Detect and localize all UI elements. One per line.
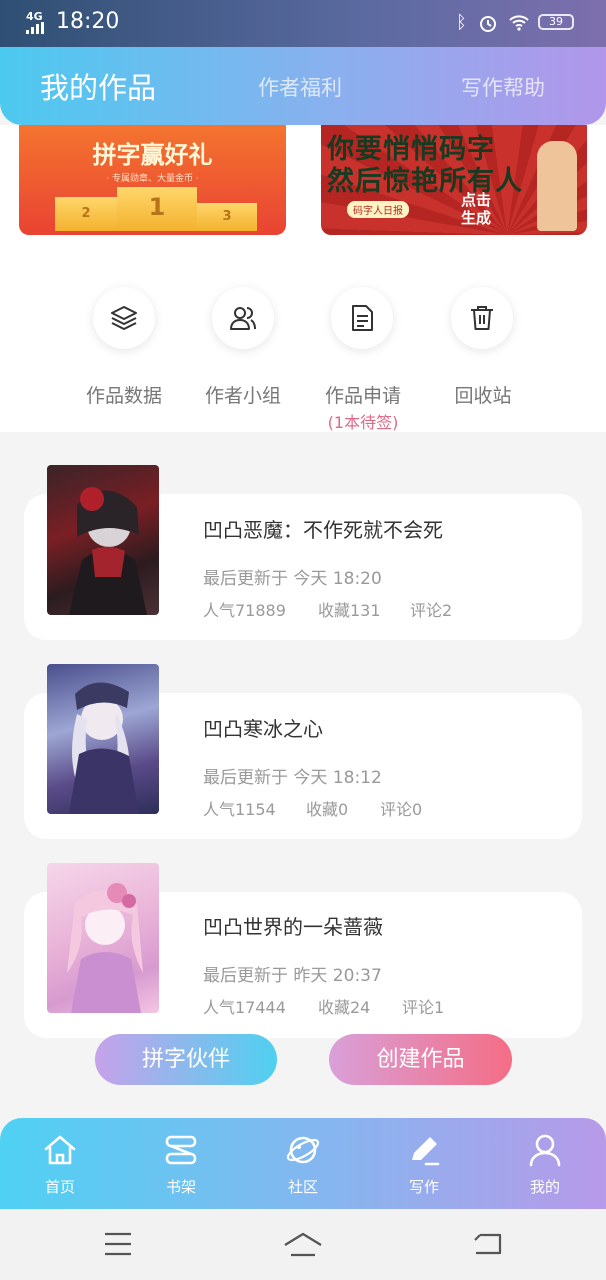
work-data-label: 作品数据 — [85, 385, 162, 407]
bottom-nav: 首页 书架 社区 写作 我的 — [0, 1118, 606, 1209]
quick-actions: 作品数据 作者小组 作品申请 (1本待签) 回收站 — [0, 237, 606, 432]
work-cover[interactable] — [47, 664, 159, 814]
podium-second: 2 — [55, 197, 117, 231]
nav-label: 书架 — [165, 1178, 196, 1196]
home-button-icon[interactable] — [283, 1231, 323, 1259]
pen-icon — [412, 1137, 440, 1166]
battery-icon: 39 — [538, 14, 574, 30]
banner-subtitle: · 专属勋章、大量金币 · — [106, 174, 199, 184]
nav-label: 首页 — [44, 1178, 75, 1196]
create-work-button[interactable]: 创建作品 — [329, 1034, 512, 1085]
author-group-button[interactable] — [212, 287, 274, 349]
trash-icon — [471, 306, 493, 330]
nav-item-me[interactable]: 我的 — [500, 1118, 590, 1209]
fist-illustration — [537, 141, 577, 231]
work-updated: 最后更新于 今天 18:20 — [203, 569, 382, 589]
work-title: 凹凸寒冰之心 — [203, 717, 323, 741]
home-icon — [44, 1135, 76, 1165]
system-nav-bar — [0, 1209, 606, 1280]
word-partner-button[interactable]: 拼字伙伴 — [95, 1034, 277, 1085]
pending-sign-badge: (1本待签) — [327, 413, 399, 432]
tab-writing-help[interactable]: 写作帮助 — [461, 47, 545, 125]
work-title: 凹凸世界的一朵蔷薇 — [203, 915, 383, 939]
alarm-icon — [480, 16, 496, 32]
signal-icon — [26, 22, 44, 34]
work-comments: 评论1 — [402, 998, 445, 1017]
nav-item-community[interactable]: 社区 — [258, 1118, 348, 1209]
work-favorites: 收藏131 — [318, 601, 381, 620]
planet-icon — [286, 1136, 320, 1164]
banner-daily-report[interactable]: 你要悄悄码字 然后惊艳所有人 码字人日报 点击生成 — [321, 125, 587, 235]
banner-cta: 点击生成 — [461, 191, 492, 227]
nav-label: 写作 — [408, 1178, 439, 1196]
recycle-bin-label: 回收站 — [454, 385, 512, 407]
recycle-bin-button[interactable] — [451, 287, 513, 349]
work-popularity: 人气71889 — [203, 601, 286, 620]
nav-label: 社区 — [287, 1178, 318, 1196]
work-cover[interactable] — [47, 863, 159, 1013]
status-bar: 4G 18:20 ᛒ 39 — [0, 0, 606, 47]
work-favorites: 收藏24 — [318, 998, 371, 1017]
banner-word-contest[interactable]: 拼字赢好礼 · 专属勋章、大量金币 · 2 1 3 — [19, 125, 286, 235]
work-popularity: 人气17444 — [203, 998, 286, 1017]
bookshelf-icon — [165, 1135, 197, 1165]
cover-illustration — [69, 682, 139, 814]
podium-first: 1 — [117, 187, 197, 231]
author-group-label: 作者小组 — [204, 385, 281, 407]
work-application-label: 作品申请 — [324, 385, 401, 407]
work-updated: 最后更新于 昨天 20:37 — [203, 966, 382, 986]
menu-icon[interactable] — [103, 1231, 133, 1257]
work-data-button[interactable] — [93, 287, 155, 349]
tab-author-welfare[interactable]: 作者福利 — [258, 47, 342, 125]
layers-icon — [111, 306, 137, 330]
work-cover[interactable] — [47, 465, 159, 615]
top-tab-bar: 我的作品 作者福利 写作帮助 — [0, 47, 606, 125]
user-icon — [529, 1134, 561, 1167]
nav-item-bookshelf[interactable]: 书架 — [136, 1118, 226, 1209]
tab-my-works[interactable]: 我的作品 — [40, 47, 156, 125]
cover-illustration — [69, 487, 147, 615]
work-favorites: 收藏0 — [306, 800, 349, 819]
banner-title: 拼字赢好礼 — [92, 141, 213, 169]
work-application-button[interactable] — [331, 287, 393, 349]
work-comments: 评论0 — [380, 800, 423, 819]
document-icon — [352, 305, 373, 331]
group-icon — [230, 307, 256, 330]
nav-item-home[interactable]: 首页 — [15, 1118, 105, 1209]
work-title: 凹凸恶魔：不作死就不会死 — [203, 518, 443, 542]
podium-third: 3 — [197, 203, 257, 231]
wifi-icon — [509, 15, 529, 31]
nav-label: 我的 — [529, 1178, 560, 1196]
work-comments: 评论2 — [410, 601, 453, 620]
back-icon[interactable] — [472, 1231, 504, 1257]
network-type: 4G — [26, 10, 43, 23]
work-popularity: 人气1154 — [203, 800, 276, 819]
clock: 18:20 — [56, 9, 120, 34]
cover-illustration — [67, 883, 143, 1013]
bluetooth-icon: ᛒ — [456, 12, 467, 33]
banner-tag: 码字人日报 — [347, 201, 409, 218]
work-updated: 最后更新于 今天 18:12 — [203, 768, 382, 788]
nav-item-write[interactable]: 写作 — [379, 1118, 469, 1209]
